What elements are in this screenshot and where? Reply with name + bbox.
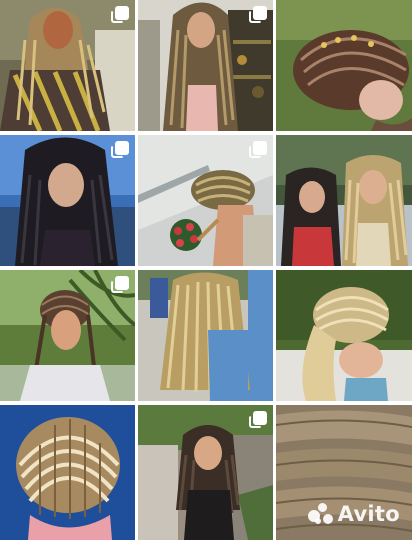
gallery-tile-2[interactable] xyxy=(138,0,273,131)
gallery-tile-12[interactable]: Avito xyxy=(276,405,412,540)
gallery-tile-7[interactable] xyxy=(0,270,135,401)
gallery-tile-4[interactable] xyxy=(0,135,135,266)
multiple-photos-icon xyxy=(249,6,267,24)
multiple-photos-icon xyxy=(111,141,129,159)
photo-blonde-braids-back xyxy=(138,270,273,401)
avito-watermark: Avito xyxy=(307,502,400,526)
gallery-tile-1[interactable] xyxy=(0,0,135,131)
photo-cornrows-closeup xyxy=(0,405,135,540)
photo-grid: Avito xyxy=(0,0,412,540)
multiple-photos-icon xyxy=(111,276,129,294)
gallery-tile-3[interactable] xyxy=(276,0,412,131)
gallery-tile-9[interactable] xyxy=(276,270,412,401)
multiple-photos-icon xyxy=(111,6,129,24)
gallery-tile-10[interactable] xyxy=(0,405,135,540)
gallery-tile-6[interactable] xyxy=(276,135,412,266)
photo-two-women-braids xyxy=(276,135,412,266)
gallery-tile-8[interactable] xyxy=(138,270,273,401)
gallery-tile-5[interactable] xyxy=(138,135,273,266)
avito-logo-icon xyxy=(307,503,334,525)
multiple-photos-icon xyxy=(249,141,267,159)
avito-watermark-text: Avito xyxy=(337,502,400,526)
photo-blonde-cornrows-top xyxy=(276,270,412,401)
multiple-photos-icon xyxy=(249,411,267,429)
gallery-tile-11[interactable] xyxy=(138,405,273,540)
photo-cornrows-beads xyxy=(276,0,412,131)
